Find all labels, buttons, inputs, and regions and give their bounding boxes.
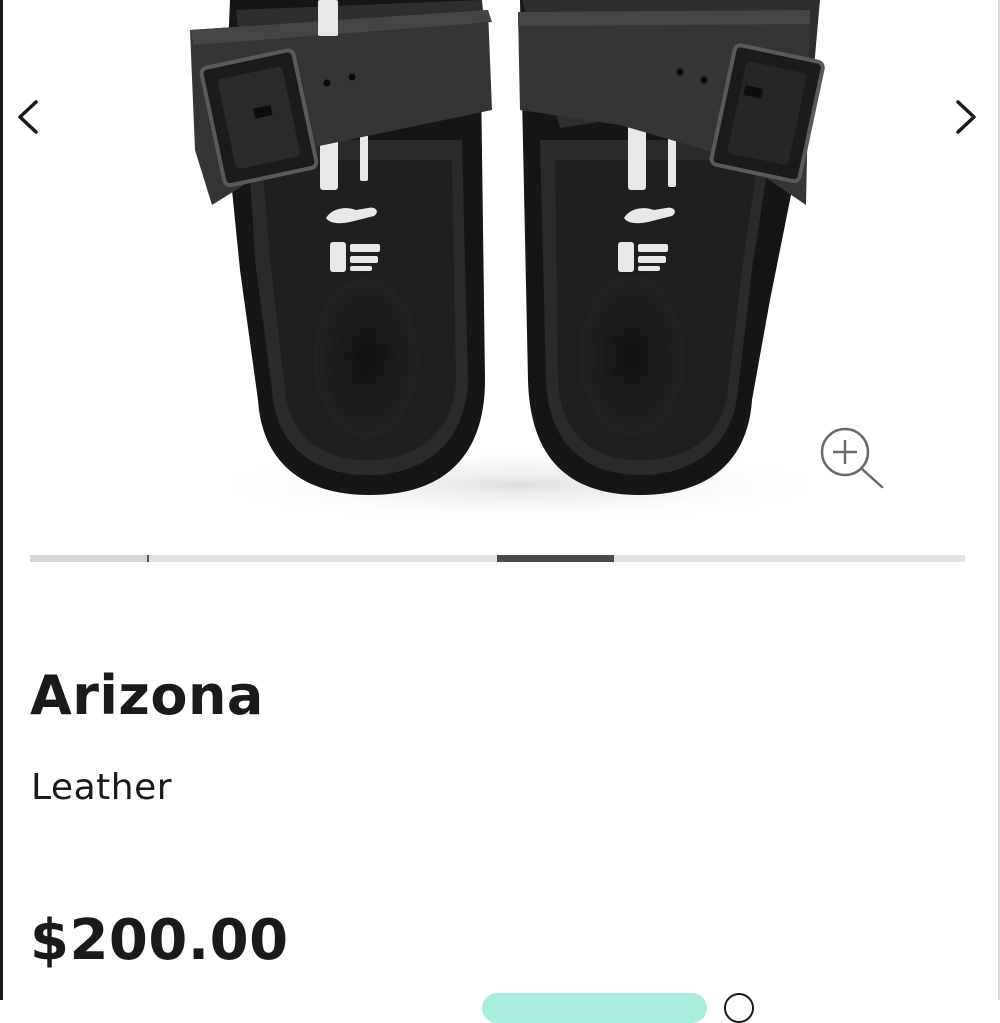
info-icon[interactable] <box>724 993 754 1023</box>
zoom-button[interactable] <box>812 420 892 494</box>
gallery-progress-divider <box>147 555 149 562</box>
promo-pill-button[interactable] <box>482 993 707 1023</box>
previous-image-button[interactable] <box>6 92 56 142</box>
product-material: Leather <box>31 767 173 808</box>
gallery-progress-segment <box>30 555 147 562</box>
gallery-progress-bar[interactable] <box>30 555 965 562</box>
chevron-right-icon <box>956 100 976 134</box>
zoom-in-icon <box>820 427 884 489</box>
product-title: Arizona <box>30 664 264 727</box>
left-sandal <box>190 0 492 495</box>
next-image-button[interactable] <box>940 92 990 142</box>
product-image-gallery[interactable] <box>0 0 1000 540</box>
right-sandal <box>518 0 825 495</box>
product-price: $200.00 <box>30 908 289 973</box>
gallery-progress-thumb <box>497 555 614 562</box>
chevron-left-icon <box>18 100 38 134</box>
